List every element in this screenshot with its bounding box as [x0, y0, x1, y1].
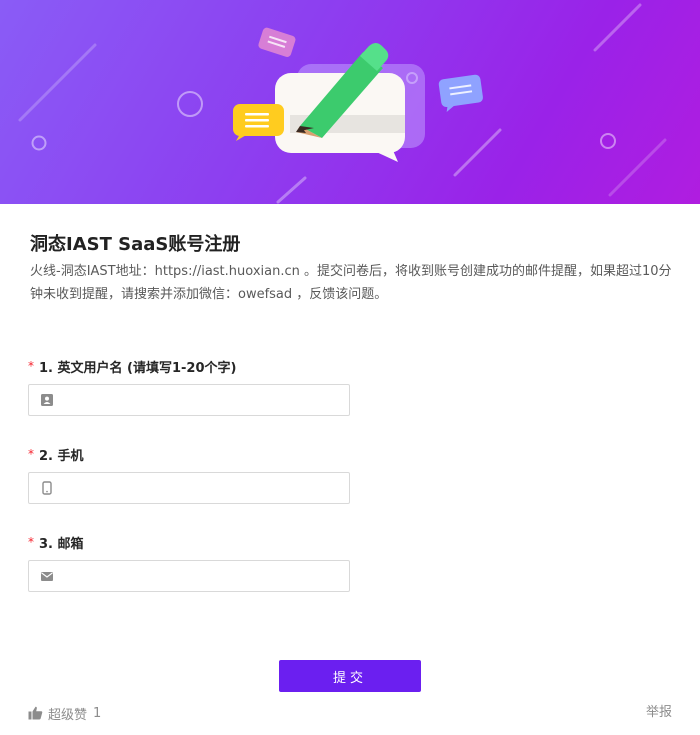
mobile-phone-icon — [42, 481, 52, 495]
phone-input-box[interactable] — [28, 472, 350, 504]
required-mark: * — [28, 359, 34, 373]
submit-button[interactable]: 提交 — [279, 660, 421, 692]
form-title: 洞态IAST SaaS账号注册 — [30, 234, 241, 255]
like-label: 超级赞 — [48, 707, 88, 723]
banner-illustration — [18, 3, 667, 204]
phone-input[interactable] — [61, 473, 341, 503]
form-description: 火线-洞态IAST地址：https://iast.huoxian.cn 。提交问… — [30, 264, 672, 302]
pink-chat-bubble-icon — [258, 27, 296, 57]
thumbs-up-icon — [28, 706, 43, 720]
header-banner — [0, 0, 700, 204]
blue-chat-bubble-icon — [438, 74, 483, 113]
like-button[interactable]: 超级赞 1 — [28, 703, 101, 723]
question-label-row: * 2. 手机 — [28, 444, 358, 464]
question-phone: * 2. 手机 — [28, 444, 358, 504]
username-input[interactable] — [61, 385, 341, 415]
like-count: 1 — [93, 705, 102, 721]
yellow-chat-bubble-icon — [233, 104, 284, 141]
question-label-row: * 3. 邮箱 — [28, 532, 358, 552]
email-input-box[interactable] — [28, 560, 350, 592]
email-input[interactable] — [61, 561, 341, 591]
envelope-icon — [41, 572, 53, 581]
username-input-box[interactable] — [28, 384, 350, 416]
required-mark: * — [28, 447, 34, 461]
question-label: 3. 邮箱 — [39, 536, 84, 552]
question-label: 1. 英文用户名 (请填写1-20个字) — [39, 360, 237, 376]
question-label-row: * 1. 英文用户名 (请填写1-20个字) — [28, 356, 358, 376]
question-username: * 1. 英文用户名 (请填写1-20个字) — [28, 356, 358, 416]
required-mark: * — [28, 535, 34, 549]
question-label: 2. 手机 — [39, 448, 84, 464]
user-card-icon — [41, 394, 53, 406]
report-link[interactable]: 举报 — [646, 703, 672, 723]
question-email: * 3. 邮箱 — [28, 532, 358, 592]
